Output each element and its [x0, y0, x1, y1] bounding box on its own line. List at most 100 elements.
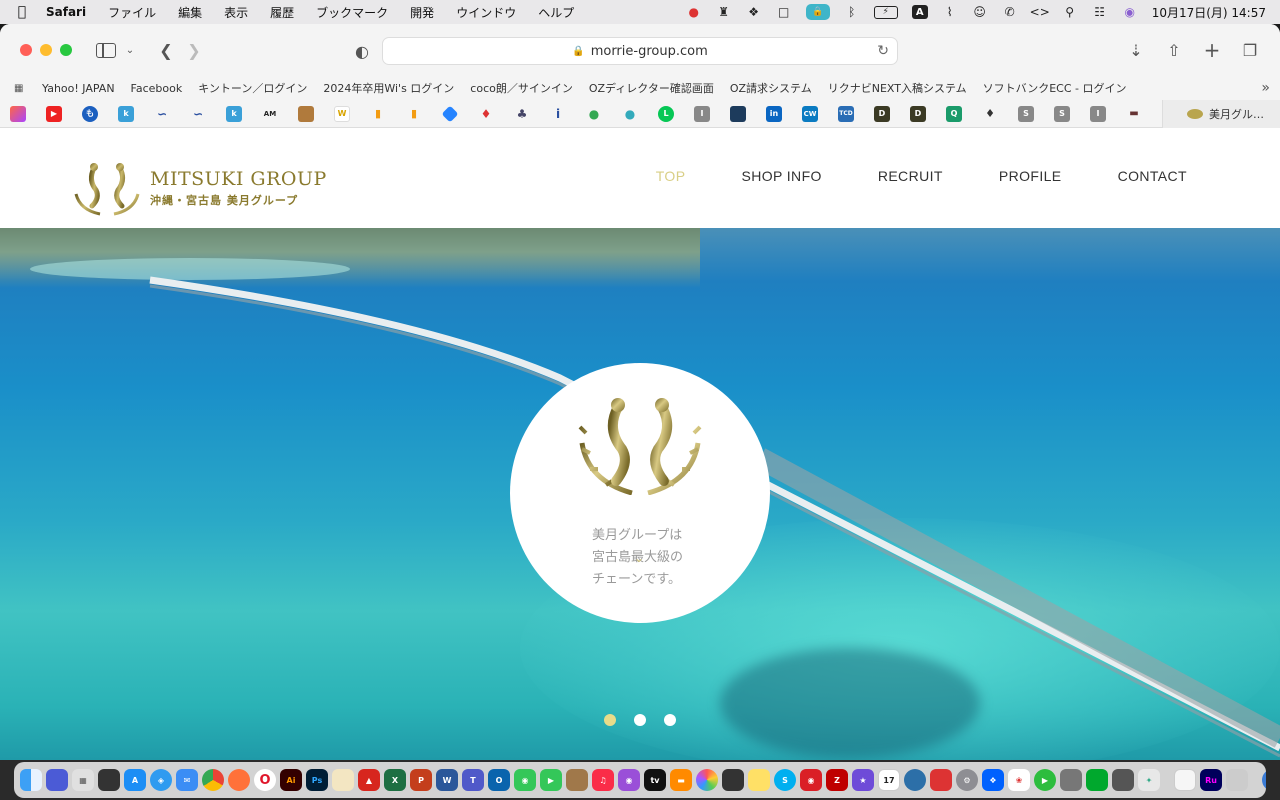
pinwheel-icon[interactable]: ❀	[1008, 769, 1030, 791]
screenshot-icon[interactable]	[930, 769, 952, 791]
favorite-item[interactable]: k	[108, 105, 144, 122]
books-icon[interactable]: ▬	[670, 769, 692, 791]
opera-icon[interactable]: O	[254, 769, 276, 791]
illustrator-icon[interactable]: Ai	[280, 769, 302, 791]
photoshop-icon[interactable]: Ps	[306, 769, 328, 791]
creative-cloud-icon[interactable]: ◉	[800, 769, 822, 791]
music-icon[interactable]: ♫	[592, 769, 614, 791]
sidebar-toggle-icon[interactable]	[96, 42, 116, 58]
bookmark-item[interactable]: 2024年卒用Wi's ログイン	[323, 80, 454, 96]
filezilla-icon[interactable]: Z	[826, 769, 848, 791]
record-icon[interactable]: ●	[686, 5, 702, 19]
favorite-item[interactable]: ♣	[504, 106, 540, 122]
bookmark-item[interactable]: coco朗／サインイン	[470, 80, 573, 96]
evernote-icon[interactable]	[1086, 769, 1108, 791]
site-logo[interactable]: MITSUKI GROUP 沖縄・宮古島 美月グループ	[70, 160, 327, 216]
menu-help[interactable]: ヘルプ	[527, 4, 585, 21]
bookmark-item[interactable]: リクナビNEXT入稿システム	[828, 80, 967, 96]
bookmark-item[interactable]: Yahoo! JAPAN	[42, 82, 115, 95]
input-source-icon[interactable]: A	[911, 5, 928, 19]
archive-icon[interactable]	[566, 769, 588, 791]
favorite-item[interactable]: ▮	[360, 106, 396, 122]
cube-app-icon[interactable]	[1112, 769, 1134, 791]
favorite-item[interactable]	[0, 105, 36, 122]
dropbox-dock-icon[interactable]: ❖	[982, 769, 1004, 791]
bookmark-item[interactable]: Facebook	[131, 82, 183, 95]
back-button[interactable]: ❮	[152, 36, 180, 64]
skype-icon[interactable]: S	[774, 769, 796, 791]
settings-icon[interactable]: ⚙	[956, 769, 978, 791]
notes-icon[interactable]	[332, 769, 354, 791]
battery-icon[interactable]: ⚡	[873, 5, 898, 19]
script-icon[interactable]	[1060, 769, 1082, 791]
reload-icon[interactable]: ↻	[877, 43, 889, 59]
menu-file[interactable]: ファイル	[97, 4, 167, 21]
favorite-item[interactable]: W	[324, 105, 360, 122]
share-icon[interactable]: ⇧	[1160, 36, 1188, 64]
globe-icon[interactable]	[1262, 769, 1266, 791]
control-center-icon[interactable]: ☷	[1092, 5, 1108, 19]
siri-icon[interactable]: ◉	[1122, 5, 1138, 19]
favorite-item[interactable]: ●	[576, 106, 612, 122]
wifi-icon[interactable]: ⌇	[942, 5, 958, 19]
active-tab[interactable]: 美月グル…	[1162, 100, 1280, 128]
scroll-down-icon[interactable]: ⌄	[634, 551, 644, 565]
favorite-item[interactable]: ▬	[1116, 106, 1152, 122]
apple-menu-icon[interactable]: 	[0, 4, 44, 20]
privacy-shield-icon[interactable]: ◐	[348, 37, 376, 65]
favorite-item[interactable]: I	[684, 105, 720, 122]
stickies-icon[interactable]	[748, 769, 770, 791]
play-icon[interactable]: ▶	[1034, 769, 1056, 791]
nav-top[interactable]: TOP	[656, 168, 686, 184]
tab-overview-icon[interactable]: ❐	[1236, 36, 1264, 64]
menu-history[interactable]: 履歴	[259, 4, 305, 21]
app-store-icon[interactable]: A	[124, 769, 146, 791]
favorite-item[interactable]	[288, 105, 324, 122]
downloads-icon[interactable]: ⇣	[1122, 36, 1150, 64]
display-icon[interactable]	[1226, 769, 1248, 791]
powerpoint-icon[interactable]: P	[410, 769, 432, 791]
dropbox-icon[interactable]: ❖	[746, 5, 762, 19]
network-icon[interactable]	[904, 769, 926, 791]
menu-bookmarks[interactable]: ブックマーク	[305, 4, 399, 21]
slider-dot[interactable]	[664, 714, 676, 726]
reeder-icon[interactable]: ★	[852, 769, 874, 791]
grid-icon[interactable]: ▦	[14, 83, 28, 94]
favorite-item[interactable]: in	[756, 105, 792, 122]
menu-edit[interactable]: 編集	[167, 4, 213, 21]
menu-view[interactable]: 表示	[213, 4, 259, 21]
spotlight-search-icon[interactable]: ⚲	[1062, 5, 1078, 19]
lock-app-icon[interactable]: 🔒	[805, 4, 830, 20]
nav-shop-info[interactable]: SHOP INFO	[741, 168, 821, 184]
slider-dot[interactable]	[634, 714, 646, 726]
more-bookmarks-icon[interactable]: »	[1261, 80, 1270, 96]
nav-profile[interactable]: PROFILE	[999, 168, 1062, 184]
favorite-item[interactable]: ♦	[972, 106, 1008, 122]
menu-clock[interactable]: 10月17日(月) 14:57	[1152, 4, 1266, 21]
favorite-item[interactable]: k	[216, 105, 252, 122]
address-bar[interactable]: 🔒 morrie-group.com ↻	[382, 37, 898, 65]
brush-icon[interactable]	[722, 769, 744, 791]
menu-app-name[interactable]: Safari	[44, 5, 97, 19]
textedit-icon[interactable]	[1174, 769, 1196, 791]
photos-icon[interactable]	[696, 769, 718, 791]
launchpad-icon[interactable]	[46, 769, 68, 791]
launchpad-grid-icon[interactable]: ▦	[72, 769, 94, 791]
favorite-item[interactable]: D	[864, 105, 900, 122]
code-icon[interactable]: <>	[1030, 5, 1050, 19]
firefox-icon[interactable]	[228, 769, 250, 791]
cast-icon[interactable]: □	[776, 5, 792, 19]
facetime-icon[interactable]: ▶	[540, 769, 562, 791]
nav-contact[interactable]: CONTACT	[1118, 168, 1187, 184]
chrome-icon[interactable]	[202, 769, 224, 791]
bookmark-item[interactable]: ソフトバンクECC - ログイン	[983, 80, 1127, 96]
favorite-item[interactable]: i	[540, 106, 576, 122]
menu-develop[interactable]: 開発	[399, 4, 445, 21]
favorite-item[interactable]: S	[1044, 105, 1080, 122]
menu-window[interactable]: ウインドウ	[445, 4, 527, 21]
favorite-item[interactable]: AM	[252, 106, 288, 122]
favorite-item[interactable]: も	[72, 105, 108, 122]
messages-icon[interactable]: ◉	[514, 769, 536, 791]
favorite-item[interactable]: I	[1080, 105, 1116, 122]
favorite-item[interactable]: ∽	[180, 106, 216, 122]
